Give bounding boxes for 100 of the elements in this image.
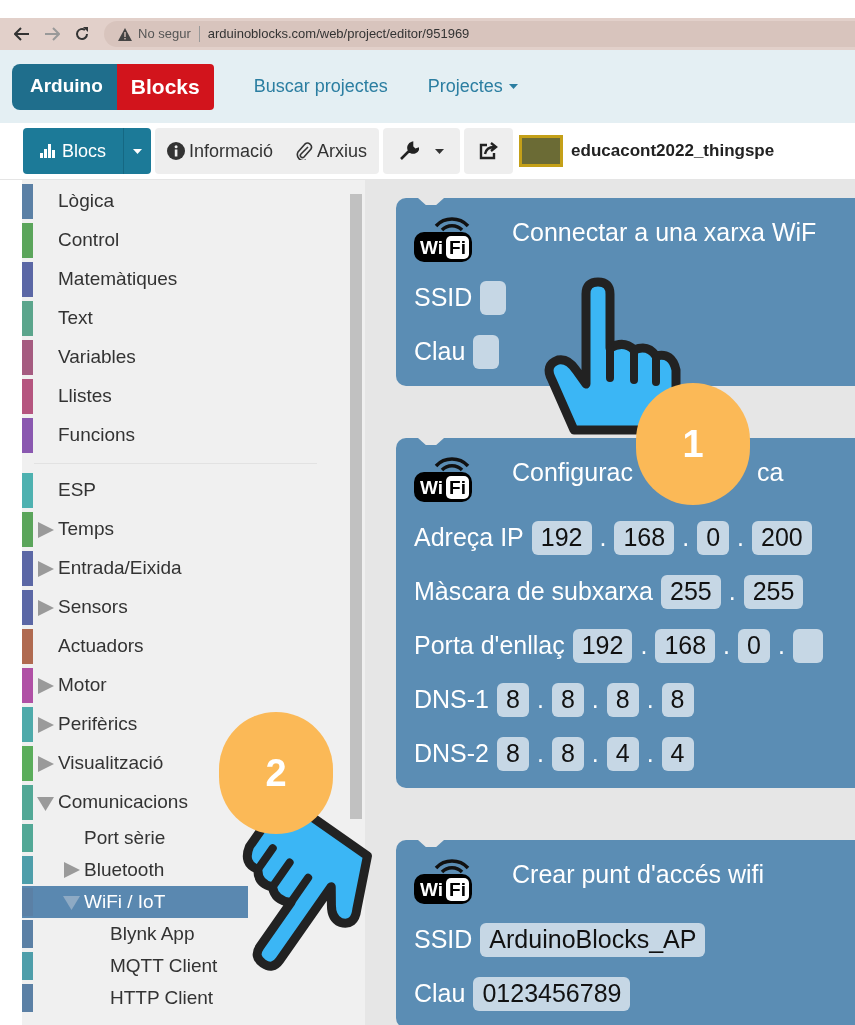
number-field[interactable]: 255 <box>743 575 804 609</box>
warning-icon <box>118 27 132 41</box>
sidebar-item[interactable]: Matemàtiques <box>22 260 178 299</box>
sidebar-item[interactable]: Control <box>22 221 120 260</box>
dot-separator: . <box>682 522 690 554</box>
text-field[interactable] <box>473 335 500 369</box>
dot-separator: . <box>536 684 544 716</box>
sidebar-item[interactable]: Visualització <box>22 744 164 783</box>
tools-button[interactable] <box>383 128 461 174</box>
sidebar-item[interactable]: MQTT Client <box>22 950 218 982</box>
sidebar-item[interactable]: HTTP Client <box>22 982 214 1014</box>
field-label: Porta d'enllaç <box>414 630 565 662</box>
number-field[interactable]: 8 <box>661 683 694 717</box>
wifi-block[interactable]: Wi Fi Crear punt d'accés wifi SSID ArduinoBlocks_AP Clau 0123456789 <box>396 840 855 1025</box>
dot-separator: . <box>777 630 785 662</box>
bar-chart-icon <box>40 144 56 158</box>
field-label: Màscara de subxarxa <box>414 576 653 608</box>
security-label: No segur <box>138 25 191 44</box>
number-field[interactable]: 4 <box>606 737 639 771</box>
field-label: SSID <box>414 924 473 956</box>
sidebar-item[interactable]: Comunicacions <box>22 783 188 822</box>
dot-separator: . <box>723 630 731 662</box>
field-label: SSID <box>414 282 473 314</box>
logo[interactable]: Arduino Blocks <box>12 62 214 111</box>
number-field[interactable]: 8 <box>551 683 584 717</box>
reload-icon[interactable] <box>74 26 90 42</box>
sidebar-item[interactable]: Motor <box>22 666 107 705</box>
number-field[interactable] <box>792 629 823 663</box>
sidebar-item[interactable]: Variables <box>22 338 136 377</box>
wifi-logo: Wi Fi <box>414 212 492 262</box>
text-field[interactable] <box>480 281 507 315</box>
number-field[interactable]: 0 <box>738 629 770 663</box>
sidebar-item[interactable]: Port sèrie <box>22 822 166 854</box>
share-icon <box>479 142 499 160</box>
share-button[interactable] <box>464 128 514 174</box>
info-button[interactable]: Informació <box>161 128 280 174</box>
number-field[interactable]: 192 <box>531 521 592 555</box>
number-field[interactable]: 168 <box>655 629 716 663</box>
field-label: Clau <box>414 978 466 1010</box>
sidebar-item[interactable]: Lògica <box>22 182 114 221</box>
block-notch <box>418 198 444 205</box>
sidebar-item[interactable]: Perifèrics <box>22 705 138 744</box>
field-label: Clau <box>414 336 466 368</box>
number-field[interactable]: 8 <box>551 737 584 771</box>
caret-icon <box>435 148 445 154</box>
wifi-logo: Wi Fi <box>414 452 492 502</box>
number-field[interactable]: 192 <box>572 629 633 663</box>
nav-link[interactable]: Projectes <box>427 73 518 100</box>
url-text: arduinoblocks.com/web/project/editor/951969 <box>207 25 470 44</box>
field-label: Adreça IP <box>414 522 524 554</box>
sidebar-item[interactable]: Funcions <box>22 416 136 455</box>
number-field[interactable]: 4 <box>661 737 694 771</box>
number-field[interactable]: 0 <box>697 521 730 555</box>
sidebar-item[interactable]: Temps <box>22 510 114 549</box>
wrench-icon <box>399 141 420 161</box>
sidebar-item[interactable]: ESP <box>22 471 97 510</box>
sidebar-item[interactable]: Llistes <box>22 377 112 416</box>
sidebar-item[interactable]: Entrada/Eixida <box>22 549 182 588</box>
block-title: Connectar a una xarxa WiF <box>512 217 817 248</box>
sidebar-item[interactable]: Blynk App <box>22 918 195 950</box>
dot-separator: . <box>536 738 544 770</box>
number-field[interactable]: 8 <box>497 737 529 771</box>
sidebar-item[interactable]: Sensors <box>22 588 128 627</box>
sidebar-item[interactable]: Actuadors <box>22 627 144 666</box>
text-field[interactable]: ArduinoBlocks_AP <box>480 923 706 957</box>
address-bar[interactable]: No segur arduinoblocks.com/web/project/editor/951969 <box>104 21 855 47</box>
dot-separator: . <box>728 576 736 608</box>
number-field[interactable]: 255 <box>661 575 721 609</box>
block-notch <box>418 840 444 847</box>
block-title: Configurac <box>512 457 633 488</box>
wifi-logo: Wi Fi <box>414 854 492 904</box>
block-title: ca <box>756 457 784 488</box>
field-label: DNS-2 <box>414 738 489 770</box>
dot-separator: . <box>591 684 599 716</box>
scrollbar[interactable] <box>347 180 365 1025</box>
sidebar-item[interactable]: Bluetooth <box>22 854 165 886</box>
number-field[interactable]: 200 <box>752 521 812 555</box>
dot-separator: . <box>646 738 654 770</box>
project-title: educacont2022_thingspe <box>571 140 775 163</box>
number-field[interactable]: 168 <box>614 521 675 555</box>
files-button[interactable]: Arxius <box>289 128 374 174</box>
dot-separator: . <box>646 684 654 716</box>
board-thumbnail <box>519 135 564 167</box>
block-notch <box>418 438 444 445</box>
sidebar-item[interactable]: WiFi / IoT <box>22 886 248 918</box>
paperclip-icon <box>295 142 314 160</box>
number-field[interactable]: 8 <box>497 683 529 717</box>
block-title: Crear punt d'accés wifi <box>512 859 765 890</box>
number-field[interactable]: 8 <box>606 683 639 717</box>
field-label: DNS-1 <box>414 684 489 716</box>
dot-separator: . <box>591 738 599 770</box>
back-arrow-icon[interactable] <box>14 27 30 41</box>
info-icon <box>167 142 185 160</box>
nav-link[interactable]: Buscar projectes <box>253 73 388 100</box>
text-field[interactable]: 0123456789 <box>473 977 631 1011</box>
dot-separator: . <box>737 522 744 554</box>
dot-separator: . <box>599 522 607 554</box>
dot-separator: . <box>640 630 648 662</box>
sidebar-item[interactable]: Text <box>22 299 93 338</box>
wifi-block[interactable]: Wi Fi Connectar a una xarxa WiF SSID Clau <box>396 198 855 386</box>
